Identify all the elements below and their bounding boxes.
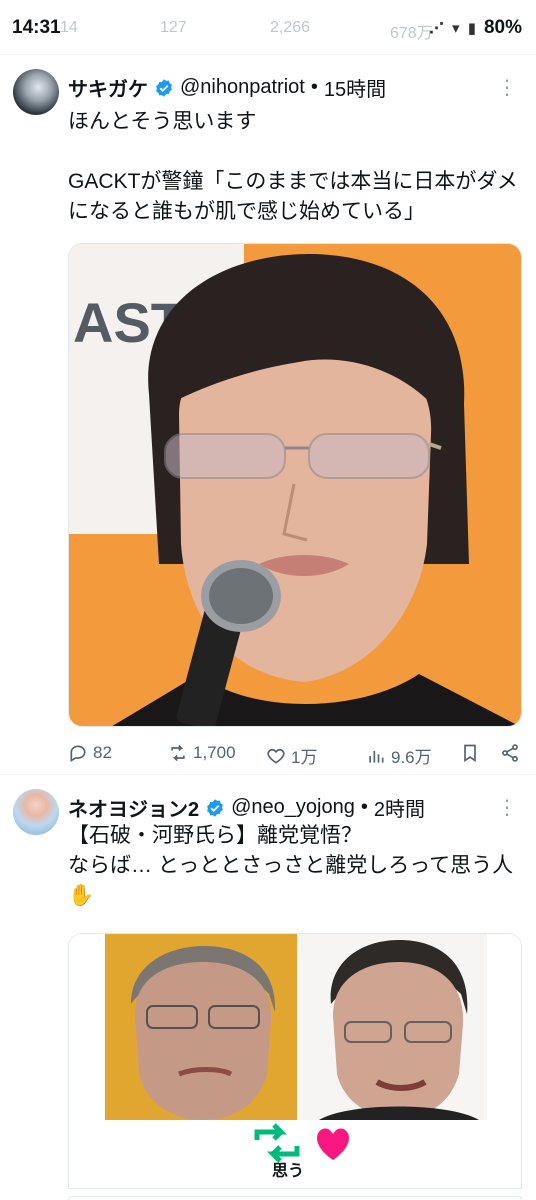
- repost-icon: [171, 744, 185, 762]
- user-handle[interactable]: @nihonpatriot: [180, 76, 305, 99]
- repost-count: 1,700: [193, 743, 236, 762]
- ghost-view-count: 678万: [390, 25, 433, 42]
- next-media-edge: [68, 1196, 522, 1200]
- tweet-time[interactable]: 2時間: [374, 793, 425, 822]
- reply-count: 82: [93, 743, 112, 762]
- reply-button[interactable]: 82: [68, 743, 112, 763]
- tweet-header: サキガケ @nihonpatriot • 15時間: [68, 73, 386, 102]
- tweet-card[interactable]: ネオヨジョン2 @neo_yojong • 2時間 ⋮ 【石破・河野氏ら】離党覚…: [0, 774, 536, 1200]
- more-options-icon[interactable]: ⋮: [497, 75, 518, 100]
- avatar[interactable]: [13, 69, 59, 115]
- ghost-like-count: 2,266: [270, 19, 311, 36]
- like-button[interactable]: 1万: [266, 743, 317, 768]
- display-name[interactable]: ネオヨジョン2: [68, 793, 199, 822]
- bookmark-icon: [464, 744, 476, 763]
- share-icon: [502, 744, 518, 762]
- status-bar: 14:31 14 127 2,266 678万 ⋰ ▾ ▮ 80%: [0, 0, 536, 54]
- portrait-photo: AST LCA: [69, 244, 521, 726]
- signal-icons: ⋰ ▾ ▮: [428, 20, 478, 37]
- tweet-time[interactable]: 15時間: [324, 73, 386, 102]
- dot-separator: •: [360, 796, 368, 818]
- bookmark-button[interactable]: [460, 743, 480, 763]
- view-count: 9.6万: [391, 748, 432, 767]
- user-handle[interactable]: @neo_yojong: [231, 796, 355, 819]
- scrolled-metrics-ghost: 14 127 2,266 678万: [60, 19, 460, 42]
- verified-badge-icon: [207, 798, 224, 817]
- composite-photo: [69, 934, 521, 1188]
- verified-badge-icon: [156, 78, 172, 97]
- ghost-repost-count: 127: [160, 19, 187, 36]
- ghost-reply-count: 14: [60, 19, 78, 36]
- share-button[interactable]: [500, 743, 520, 763]
- repost-button[interactable]: 1,700: [168, 743, 236, 763]
- tweet-text: 【石破・河野氏ら】離党覚悟？ ならば… とっととさっさと離党しろって思う人✋: [68, 824, 514, 907]
- media-caption: 思う: [272, 1163, 305, 1180]
- more-options-icon[interactable]: ⋮: [497, 795, 518, 820]
- tweet-media-photo[interactable]: AST LCA: [68, 243, 522, 727]
- reply-icon: [70, 745, 86, 762]
- tweet-text: ほんとそう思います GACKTが警鐘「このままでは本当に日本がダメになると誰もが…: [68, 110, 518, 223]
- display-name[interactable]: サキガケ: [68, 73, 148, 102]
- tweet-card[interactable]: サキガケ @nihonpatriot • 15時間 ⋮ ほんとそう思います GA…: [0, 54, 536, 774]
- battery-level: 80%: [483, 17, 522, 38]
- heart-icon: [267, 748, 285, 764]
- like-count: 1万: [291, 748, 318, 767]
- views-button[interactable]: 9.6万: [366, 743, 432, 768]
- tweet-header: ネオヨジョン2 @neo_yojong • 2時間: [68, 793, 425, 822]
- dot-separator: •: [310, 76, 318, 98]
- views-chart-icon: [369, 750, 384, 763]
- tweet-media-photo[interactable]: [68, 933, 522, 1189]
- tweet-actions: 82 1,700 1万 9.6万: [68, 743, 524, 769]
- avatar[interactable]: [13, 789, 59, 835]
- status-time: 14:31: [12, 17, 61, 38]
- status-right: ⋰ ▾ ▮ 80%: [429, 17, 522, 39]
